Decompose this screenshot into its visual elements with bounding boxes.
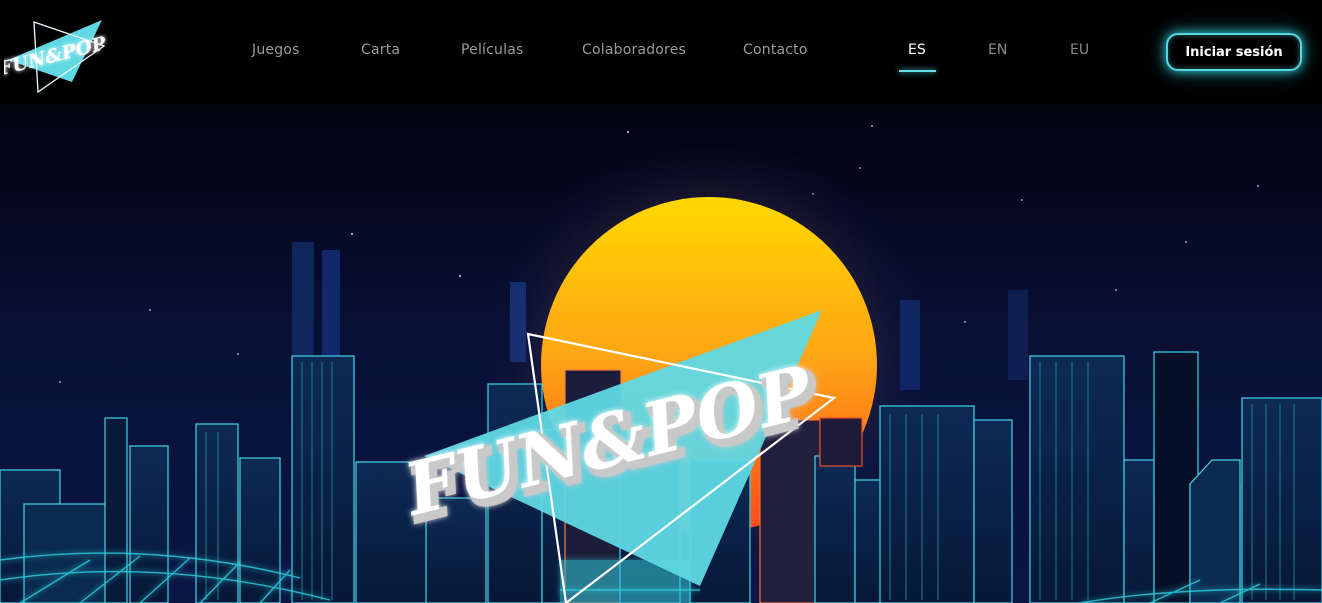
nav-link-carta[interactable]: Carta bbox=[361, 42, 400, 58]
active-lang-indicator bbox=[899, 70, 936, 72]
login-button[interactable]: Iniciar sesión bbox=[1166, 33, 1302, 71]
nav-link-juegos[interactable]: Juegos bbox=[252, 42, 300, 58]
nav-link-colaboradores[interactable]: Colaboradores bbox=[582, 42, 686, 58]
lang-eu[interactable]: EU bbox=[1070, 42, 1089, 58]
lang-es[interactable]: ES bbox=[908, 42, 926, 58]
nav-link-peliculas[interactable]: Películas bbox=[461, 42, 523, 58]
lang-en[interactable]: EN bbox=[988, 42, 1007, 58]
nav-link-contacto[interactable]: Contacto bbox=[743, 42, 808, 58]
navbar: FUN&POP Juegos Carta Películas Colaborad… bbox=[0, 0, 1322, 104]
logo-icon[interactable]: FUN&POP bbox=[4, 16, 108, 96]
